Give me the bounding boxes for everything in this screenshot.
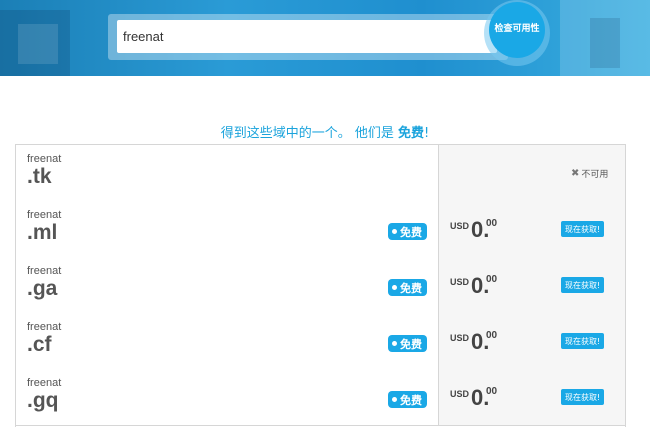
domain-name: freenat: [27, 153, 62, 165]
domain-row: freenat .cf 免费 USD 0. 00 现在获取!: [16, 313, 625, 370]
price-currency: USD: [450, 389, 470, 399]
price-currency: USD: [450, 277, 470, 287]
free-badge: 免费: [388, 335, 427, 352]
price-decimal: 00: [486, 274, 498, 285]
price-currency: USD: [450, 333, 470, 343]
free-badge-label: 免费: [400, 393, 422, 407]
domain-row: freenat .ga 免费 USD 0. 00 现在获取!: [16, 257, 625, 314]
check-availability-button[interactable]: 检查可用性: [489, 2, 545, 58]
domain-cell: freenat .ml 免费: [16, 201, 439, 257]
price-decimal: 00: [486, 330, 498, 341]
domain-name: freenat: [27, 209, 62, 221]
domain-results-table: freenat .tk ✖ 不可用 freenat .ml 免费 USD 0. …: [15, 144, 626, 427]
domain-cell: freenat .gq 免费: [16, 369, 439, 425]
get-now-button[interactable]: 现在获取!: [561, 277, 605, 293]
domain-row: freenat .tk ✖ 不可用: [16, 145, 625, 202]
domain-search-input[interactable]: [117, 20, 497, 53]
price-cell: USD 0. 00 现在获取!: [439, 313, 625, 369]
price-cell: ✖ 不可用: [439, 145, 625, 201]
domain-row: freenat .gq 免费 USD 0. 00 现在获取!: [16, 369, 625, 426]
domain-tld: .tk: [27, 165, 52, 188]
dot-icon: [392, 285, 397, 290]
price-cell: USD 0. 00 现在获取!: [439, 257, 625, 313]
free-badge: 免费: [388, 223, 427, 240]
domain-name: freenat: [27, 265, 62, 277]
price-cell: USD 0. 00 现在获取!: [439, 201, 625, 257]
domain-name: freenat: [27, 321, 62, 333]
domain-tld: .cf: [27, 333, 52, 356]
price-decimal: 00: [486, 218, 498, 229]
headline: 得到这些域中的一个。 他们是 免费!: [0, 122, 650, 141]
free-badge-label: 免费: [400, 337, 422, 351]
unavailable-label: 不可用: [581, 170, 609, 180]
domain-cell: freenat .ga 免费: [16, 257, 439, 313]
unavailable-status: ✖ 不可用: [571, 167, 608, 180]
domain-cell: freenat .tk: [16, 145, 439, 201]
get-now-button[interactable]: 现在获取!: [561, 389, 605, 405]
background-building: [590, 18, 620, 68]
price-cell: USD 0. 00 现在获取!: [439, 369, 625, 425]
headline-suffix: !: [424, 126, 430, 141]
domain-row: freenat .ml 免费 USD 0. 00 现在获取!: [16, 201, 625, 258]
close-icon: ✖: [571, 168, 580, 179]
domain-cell: freenat .cf 免费: [16, 313, 439, 369]
free-badge: 免费: [388, 391, 427, 408]
dot-icon: [392, 229, 397, 234]
domain-tld: .ml: [27, 221, 58, 244]
domain-tld: .ga: [27, 277, 58, 300]
domain-name: freenat: [27, 377, 62, 389]
get-now-button[interactable]: 现在获取!: [561, 221, 605, 237]
free-badge-label: 免费: [400, 281, 422, 295]
dot-icon: [392, 341, 397, 346]
background-building: [18, 24, 58, 64]
price-decimal: 00: [486, 386, 498, 397]
price-currency: USD: [450, 221, 470, 231]
free-badge: 免费: [388, 279, 427, 296]
get-now-button[interactable]: 现在获取!: [561, 333, 605, 349]
free-badge-label: 免费: [400, 225, 422, 239]
domain-tld: .gq: [27, 389, 59, 412]
dot-icon: [392, 397, 397, 402]
headline-prefix: 得到这些域中的一个。 他们是: [220, 126, 399, 141]
headline-bold: 免费: [398, 126, 425, 141]
